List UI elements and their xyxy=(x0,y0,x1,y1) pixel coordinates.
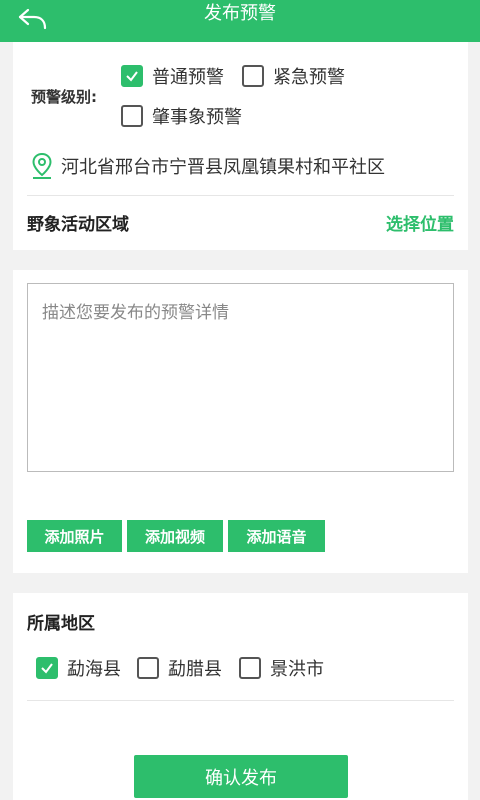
checkbox-mengla[interactable]: 勐腊县 xyxy=(137,655,222,681)
checkbox-jinghong[interactable]: 景洪市 xyxy=(239,655,324,681)
add-photo-button[interactable]: 添加照片 xyxy=(27,520,122,552)
confirm-publish-button[interactable]: 确认发布 xyxy=(134,755,348,798)
checkbox-box xyxy=(121,105,143,127)
checkbox-box xyxy=(242,65,264,87)
region-title: 所属地区 xyxy=(27,614,95,634)
checkbox-box xyxy=(36,657,58,679)
add-voice-button[interactable]: 添加语音 xyxy=(228,520,325,552)
region-card: 所属地区 勐海县 勐腊县 景洪市 确认发布 xyxy=(13,593,468,800)
description-card: 添加照片 添加视频 添加语音 xyxy=(13,270,468,573)
check-icon xyxy=(41,663,53,674)
checkbox-label: 勐海县 xyxy=(67,659,121,680)
checkbox-menghai[interactable]: 勐海县 xyxy=(36,655,121,681)
checkbox-box xyxy=(239,657,261,679)
add-video-button[interactable]: 添加视频 xyxy=(127,520,223,552)
checkbox-label: 肇事象预警 xyxy=(152,107,242,128)
checkbox-label: 紧急预警 xyxy=(273,67,345,88)
location-pin-icon xyxy=(32,152,52,179)
checkbox-box xyxy=(137,657,159,679)
app-header: 发布预警 xyxy=(0,0,480,42)
divider xyxy=(27,195,454,196)
checkbox-label: 勐腊县 xyxy=(168,659,222,680)
page-title: 发布预警 xyxy=(204,3,276,24)
location-row: 河北省邢台市宁晋县凤凰镇果村和平社区 xyxy=(31,152,385,180)
activity-area-title: 野象活动区域 xyxy=(27,215,129,235)
select-location-link[interactable]: 选择位置 xyxy=(386,210,454,235)
alert-info-card: 预警级别: 普通预警 紧急预警 肇事象预警 河北省邢台市宁晋县凤凰镇果村和平社区… xyxy=(13,42,468,250)
checkbox-incident-elephant-alert[interactable]: 肇事象预警 xyxy=(121,103,242,129)
description-input[interactable] xyxy=(27,283,454,472)
checkbox-normal-alert[interactable]: 普通预警 xyxy=(121,63,224,89)
alert-level-label: 预警级别: xyxy=(31,88,97,106)
check-icon xyxy=(126,71,138,82)
checkbox-label: 景洪市 xyxy=(270,659,324,680)
checkbox-box xyxy=(121,65,143,87)
location-address: 河北省邢台市宁晋县凤凰镇果村和平社区 xyxy=(61,157,385,178)
checkbox-label: 普通预警 xyxy=(152,67,224,88)
divider xyxy=(27,700,454,701)
checkbox-urgent-alert[interactable]: 紧急预警 xyxy=(242,63,345,89)
